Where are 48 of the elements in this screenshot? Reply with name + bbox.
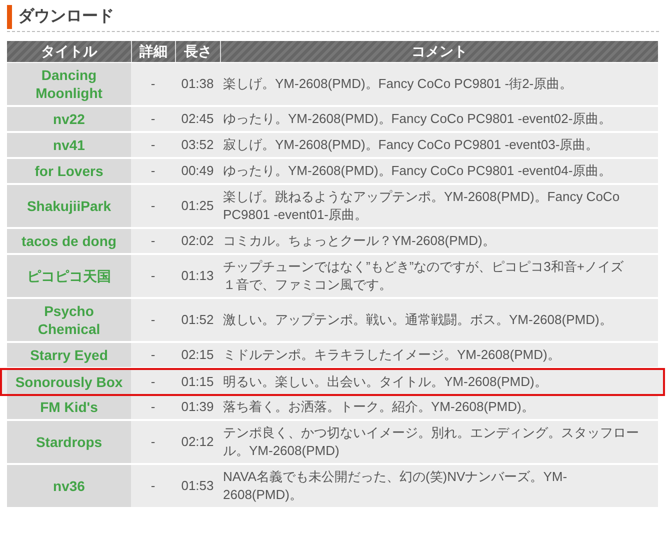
- comment-cell: 明るい。楽しい。出会い。タイトル。YM-2608(PMD)。: [223, 373, 548, 391]
- comment-cell: チップチューンではなく”もどき”なのですが、ピコピコ3和音+ノイズ １音で、ファミコン風です。: [223, 258, 624, 294]
- length-cell: 01:25: [181, 197, 214, 215]
- track-title-link[interactable]: nv41: [53, 136, 85, 154]
- detail-cell: -: [150, 232, 156, 250]
- detail-cell: -: [150, 136, 156, 154]
- column-header: 長さ: [175, 41, 220, 62]
- comment-cell: ミドルテンポ。キラキラしたイメージ。YM-2608(PMD)。: [223, 346, 560, 364]
- detail-cell: -: [150, 110, 156, 128]
- detail-cell: -: [150, 197, 156, 215]
- length-cell: 01:39: [181, 398, 214, 416]
- length-cell: 01:52: [181, 311, 214, 329]
- length-cell: 02:02: [181, 232, 214, 250]
- comment-cell: 楽しげ。跳ねるようなアップテンポ。YM-2608(PMD)。Fancy CoCo PC9801 -event01-原曲。: [223, 188, 620, 224]
- detail-cell: -: [150, 75, 156, 93]
- comment-cell: ゆったり。YM-2608(PMD)。Fancy CoCo PC9801 -event04-原曲。: [223, 162, 612, 180]
- length-cell: 01:13: [181, 267, 214, 285]
- length-cell: 01:38: [181, 75, 214, 93]
- track-title-link[interactable]: nv22: [53, 110, 85, 128]
- comment-cell: 寂しげ。YM-2608(PMD)。Fancy CoCo PC9801 -event03-原曲。: [223, 136, 599, 154]
- detail-cell: -: [150, 346, 156, 364]
- section-title: ダウンロード: [18, 6, 114, 27]
- comment-cell: テンポ良く、かつ切ないイメージ。別れ。エンディング。スタッフロー ル。YM-2608(PMD): [223, 424, 639, 460]
- length-cell: 01:15: [181, 373, 214, 391]
- comment-cell: 楽しげ。YM-2608(PMD)。Fancy CoCo PC9801 -街2-原曲。: [223, 75, 573, 93]
- length-cell: 00:49: [181, 162, 214, 180]
- comment-cell: NAVA名義でも未公開だった、幻の(笑)NVナンバーズ。YM- 2608(PMD)。: [223, 468, 568, 504]
- column-header: コメント: [220, 41, 658, 62]
- length-cell: 02:15: [181, 346, 214, 364]
- detail-cell: -: [150, 398, 156, 416]
- detail-cell: -: [150, 162, 156, 180]
- comment-cell: コミカル。ちょっとクール？YM-2608(PMD)。: [223, 232, 496, 250]
- detail-cell: -: [150, 267, 156, 285]
- length-cell: 02:45: [181, 110, 214, 128]
- length-cell: 01:53: [181, 477, 214, 495]
- accent-bar: [7, 5, 12, 29]
- length-cell: 03:52: [181, 136, 214, 154]
- detail-cell: -: [150, 311, 156, 329]
- column-header: 詳細: [131, 41, 175, 62]
- track-title-link[interactable]: nv36: [53, 477, 85, 495]
- comment-cell: 落ち着く。お洒落。トーク。紹介。YM-2608(PMD)。: [223, 398, 534, 416]
- detail-cell: -: [150, 477, 156, 495]
- column-header: タイトル: [7, 41, 131, 62]
- detail-cell: -: [150, 433, 156, 451]
- detail-cell: -: [150, 373, 156, 391]
- comment-cell: ゆったり。YM-2608(PMD)。Fancy CoCo PC9801 -event02-原曲。: [223, 110, 612, 128]
- comment-cell: 激しい。アップテンポ。戦い。通常戦闘。ボス。YM-2608(PMD)。: [223, 311, 612, 329]
- length-cell: 02:12: [181, 433, 214, 451]
